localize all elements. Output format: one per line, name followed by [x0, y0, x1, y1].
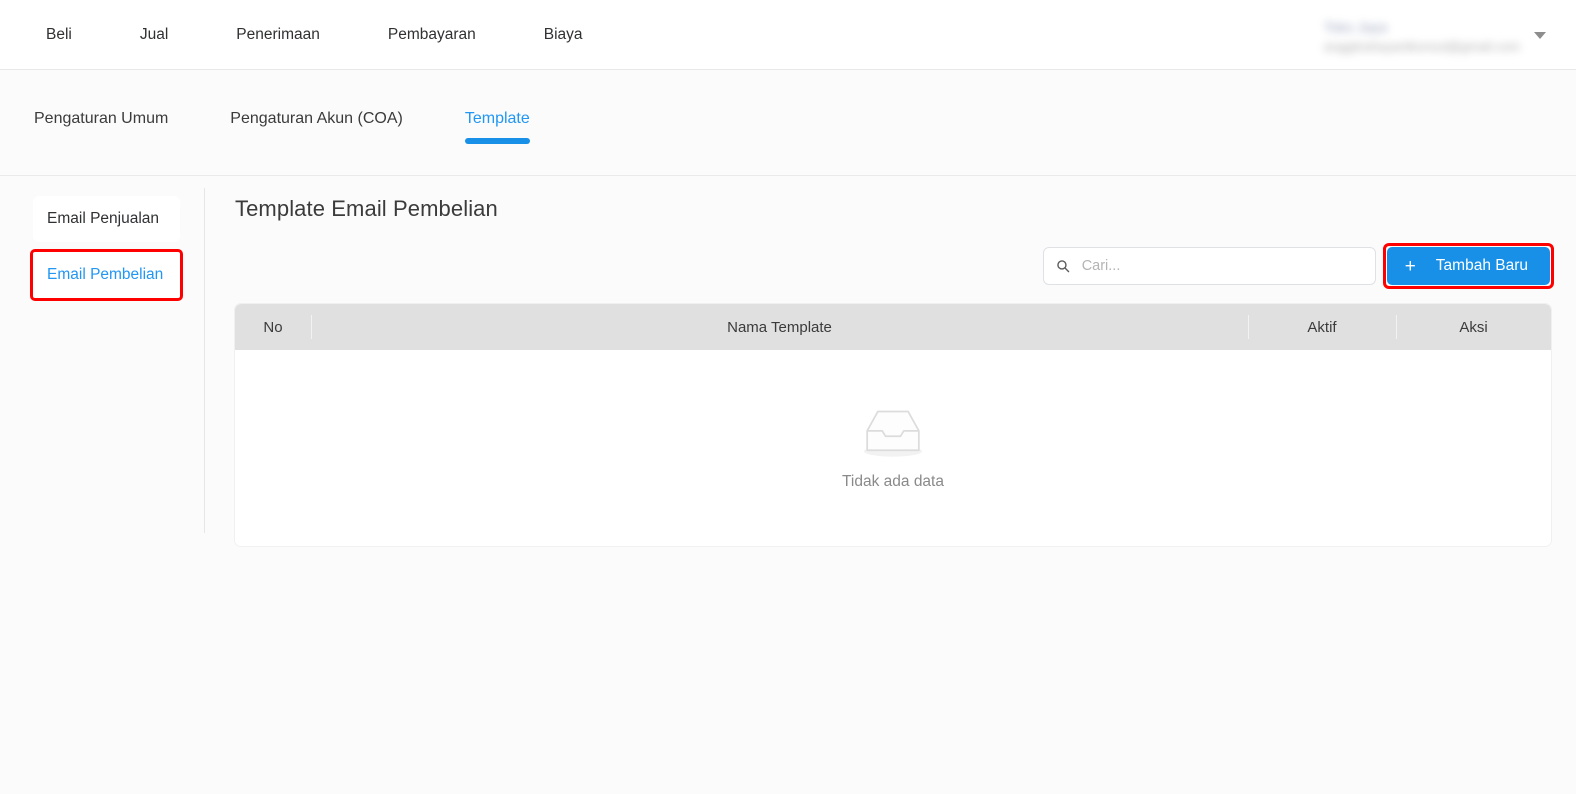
empty-inbox-icon: [863, 410, 923, 457]
add-new-button-label: Tambah Baru: [1435, 257, 1528, 274]
top-navigation-bar: Beli Jual Penerimaan Pembayaran Biaya To…: [0, 0, 1576, 70]
nav-item-penerimaan[interactable]: Penerimaan: [236, 0, 351, 70]
empty-state-text: Tidak ada data: [842, 473, 944, 490]
table-header-row: No Nama Template Aktif Aksi: [235, 304, 1551, 350]
tab-bar-divider: [0, 175, 1576, 176]
page-title: Template Email Pembelian: [235, 196, 498, 221]
settings-tab-bar: Pengaturan Umum Pengaturan Akun (COA) Te…: [0, 110, 1576, 176]
content-area: Email Penjualan Email Pembelian Template…: [0, 176, 1576, 546]
add-new-button[interactable]: + Tambah Baru: [1386, 247, 1550, 285]
tab-pengaturan-umum[interactable]: Pengaturan Umum: [34, 110, 168, 144]
tab-label: Pengaturan Umum: [34, 110, 169, 127]
nav-item-jual[interactable]: Jual: [140, 0, 199, 70]
nav-item-pembayaran[interactable]: Pembayaran: [388, 0, 507, 70]
sidebar-item-label: Email Penjualan: [47, 210, 160, 227]
template-table: No Nama Template Aktif Aksi Tidak ada da…: [235, 304, 1551, 546]
user-info: Toko Jaya anggitrahayantkonsul@gmail.com: [1324, 17, 1520, 54]
tab-pengaturan-akun-coa[interactable]: Pengaturan Akun (COA): [230, 110, 403, 144]
search-input[interactable]: [1042, 247, 1376, 285]
nav-item-biaya[interactable]: Biaya: [544, 0, 614, 70]
nav-item-beli[interactable]: Beli: [46, 0, 103, 70]
main-panel: Template Email Pembelian + Tambah Baru N…: [205, 196, 1576, 546]
table-empty-state: Tidak ada data: [235, 350, 1551, 546]
sidebar-item-email-pembelian[interactable]: Email Pembelian: [30, 249, 183, 301]
user-account-menu[interactable]: Toko Jaya anggitrahayantkonsul@gmail.com: [1324, 0, 1562, 70]
template-sidebar: Email Penjualan Email Pembelian: [0, 188, 205, 546]
user-name: Toko Jaya: [1323, 18, 1388, 35]
table-header-aktif: Aktif: [1248, 304, 1396, 350]
table-header-nama-template: Nama Template: [311, 304, 1248, 350]
user-email: anggitrahayantkonsul@gmail.com: [1323, 38, 1520, 54]
tab-active-indicator: [464, 138, 530, 144]
chevron-down-icon[interactable]: [1534, 31, 1546, 39]
add-new-button-annotation: + Tambah Baru: [1382, 243, 1555, 289]
table-header-no: No: [263, 318, 283, 336]
tab-label: Pengaturan Akun (COA): [230, 110, 403, 127]
plus-icon: +: [1404, 255, 1416, 277]
tab-template[interactable]: Template: [464, 110, 530, 144]
table-toolbar: + Tambah Baru: [235, 243, 1555, 289]
tab-label: Template: [464, 110, 530, 127]
top-nav-items: Beli Jual Penerimaan Pembayaran Biaya: [0, 0, 614, 70]
sidebar-item-label: Email Pembelian: [47, 266, 164, 283]
search-box: [1042, 247, 1376, 285]
table-header-aksi: Aksi: [1396, 304, 1551, 350]
sidebar-item-email-penjualan[interactable]: Email Penjualan: [33, 196, 180, 242]
